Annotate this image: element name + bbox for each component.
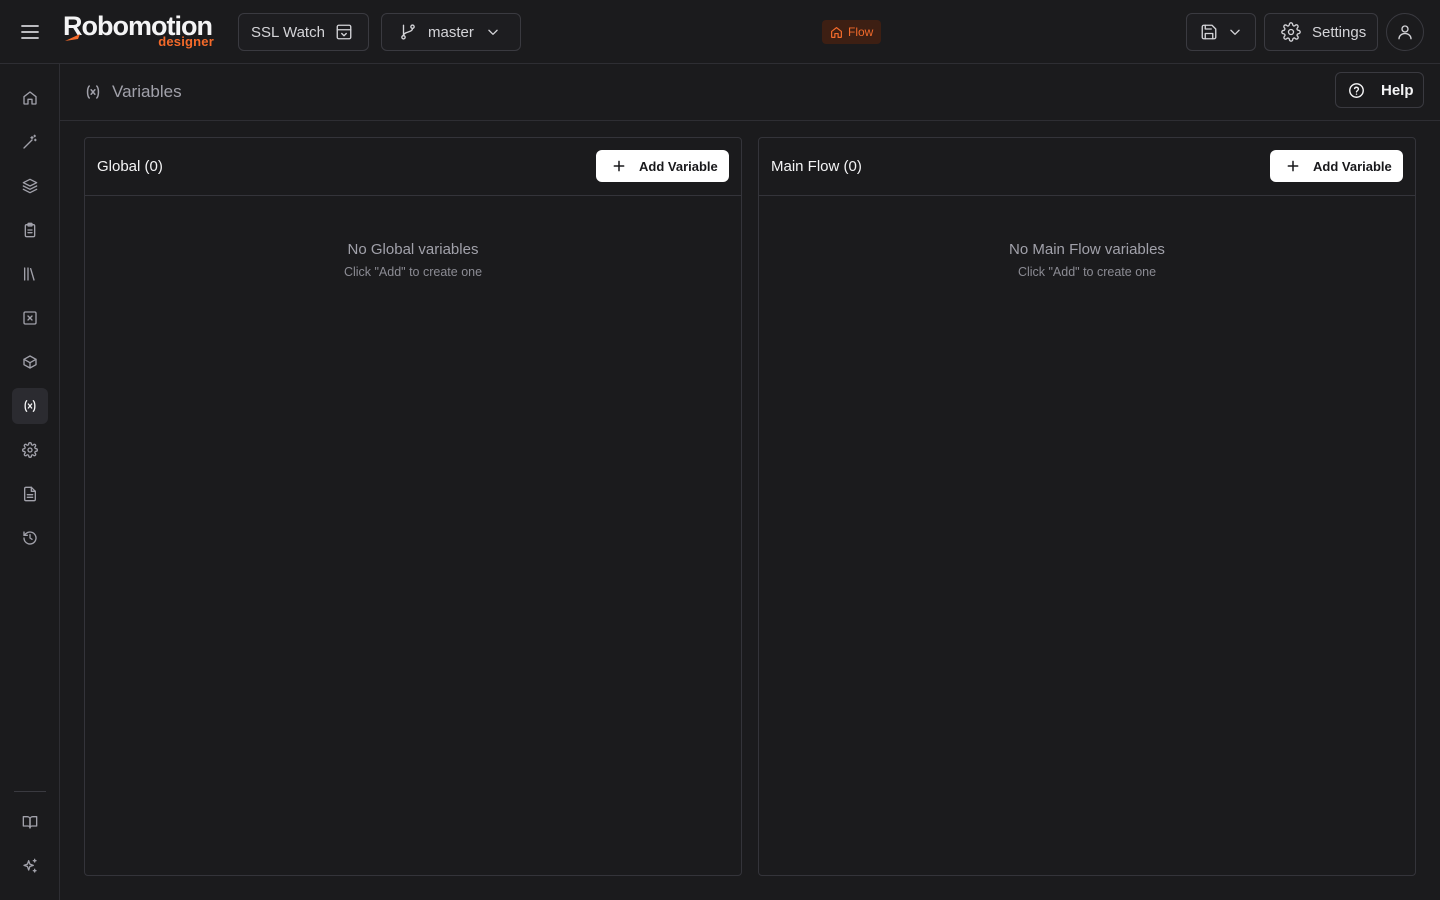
sidebar-item-history[interactable] <box>12 520 48 556</box>
panel-title: Main Flow (0) <box>771 158 862 175</box>
empty-state: No Main Flow variables Click "Add" to cr… <box>759 240 1415 280</box>
sidebar-item-variables[interactable] <box>12 388 48 424</box>
branch-selector[interactable]: master <box>381 13 521 51</box>
gear-icon <box>1281 22 1301 42</box>
sidebar-item-logs[interactable] <box>12 476 48 512</box>
archive-box-icon <box>335 23 353 41</box>
panel-title: Global (0) <box>97 158 163 175</box>
panel-header: Main Flow (0) Add Variable <box>759 138 1415 196</box>
flow-badge-label: Flow <box>848 25 874 39</box>
layers-icon <box>22 178 38 194</box>
chevron-down-icon <box>486 25 500 39</box>
chevron-down-icon <box>1228 25 1242 39</box>
menu-icon[interactable] <box>18 20 42 44</box>
git-branch-icon <box>399 23 417 41</box>
logo-subtitle: designer <box>158 34 214 49</box>
empty-state-title: No Main Flow variables <box>1009 241 1165 258</box>
flow-badge[interactable]: Flow <box>822 20 882 44</box>
page-header: Variables Help <box>60 64 1440 121</box>
magic-wand-icon <box>22 134 38 150</box>
book-open-icon <box>22 814 38 830</box>
main-flow-variables-panel: Main Flow (0) Add Variable No Main Flow … <box>758 137 1416 876</box>
gear-icon <box>22 442 38 458</box>
settings-label: Settings <box>1312 23 1367 41</box>
page-title: Variables <box>84 80 182 104</box>
sidebar-item-layers[interactable] <box>12 168 48 204</box>
add-global-variable-button[interactable]: Add Variable <box>596 150 729 182</box>
user-menu-button[interactable] <box>1386 13 1424 51</box>
panel-header: Global (0) Add Variable <box>85 138 741 196</box>
empty-state: No Global variables Click "Add" to creat… <box>85 240 741 280</box>
clipboard-icon <box>22 222 38 238</box>
x-square-icon <box>22 310 38 326</box>
app-logo[interactable]: Robomotion designer <box>63 11 218 51</box>
sidebar-item-ai[interactable] <box>12 848 48 884</box>
user-icon <box>1396 23 1414 41</box>
help-circle-icon <box>1348 82 1365 99</box>
sidebar-divider <box>14 791 46 792</box>
save-menu-button[interactable] <box>1186 13 1256 51</box>
save-icon <box>1200 23 1218 41</box>
sidebar-item-library[interactable] <box>12 256 48 292</box>
plus-icon <box>1286 159 1300 173</box>
empty-state-hint: Click "Add" to create one <box>343 265 483 279</box>
branch-name: master <box>428 23 474 41</box>
sidebar-item-packages[interactable] <box>12 344 48 380</box>
sidebar-item-clipboard[interactable] <box>12 212 48 248</box>
sidebar-item-functions[interactable] <box>12 300 48 336</box>
settings-button[interactable]: Settings <box>1264 13 1378 51</box>
file-text-icon <box>22 486 38 502</box>
global-variables-panel: Global (0) Add Variable No Global variab… <box>84 137 742 876</box>
home-icon <box>830 26 843 39</box>
logo-swoosh <box>65 34 80 41</box>
empty-state-hint: Click "Add" to create one <box>1017 265 1157 279</box>
add-variable-label: Add Variable <box>639 158 718 174</box>
top-bar: Robomotion designer SSL Watch master Flo… <box>0 0 1440 64</box>
sidebar <box>0 64 60 900</box>
help-label: Help <box>1381 81 1414 99</box>
variable-icon <box>84 83 102 101</box>
project-name: SSL Watch <box>251 23 325 41</box>
add-main-flow-variable-button[interactable]: Add Variable <box>1270 150 1403 182</box>
package-icon <box>22 354 38 370</box>
variable-icon <box>22 398 38 414</box>
page-title-text: Variables <box>112 82 182 101</box>
sidebar-item-home[interactable] <box>12 80 48 116</box>
plus-icon <box>612 159 626 173</box>
help-button[interactable]: Help <box>1335 72 1424 108</box>
home-icon <box>22 90 38 106</box>
library-icon <box>22 266 38 282</box>
sparkles-icon <box>22 858 38 874</box>
project-selector[interactable]: SSL Watch <box>238 13 369 51</box>
sidebar-item-magic[interactable] <box>12 124 48 160</box>
empty-state-title: No Global variables <box>347 241 479 258</box>
sidebar-item-settings[interactable] <box>12 432 48 468</box>
sidebar-item-docs[interactable] <box>12 804 48 840</box>
add-variable-label: Add Variable <box>1313 158 1392 174</box>
history-icon <box>22 530 38 546</box>
